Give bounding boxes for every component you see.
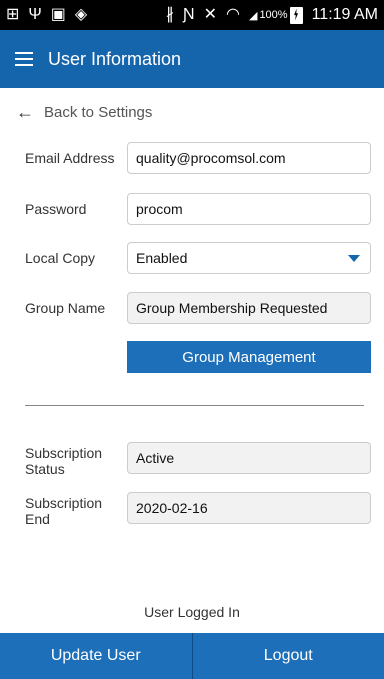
subscription-status-label-line1: Subscription: [25, 445, 103, 461]
back-to-settings-link[interactable]: ← Back to Settings: [16, 100, 152, 124]
battery-indicator: ◢ 100%: [248, 6, 303, 24]
menu-icon[interactable]: [0, 30, 48, 88]
email-label: Email Address: [25, 150, 115, 166]
subscription-end-label-line1: Subscription: [25, 495, 103, 511]
subscription-end-label: Subscription End: [25, 495, 102, 527]
subscription-status-value: Active: [136, 450, 175, 466]
logout-button[interactable]: Logout: [193, 633, 384, 679]
group-name-field: Group Membership Requested: [127, 292, 371, 324]
usb-icon: Ψ: [28, 6, 42, 23]
battery-percent: 100%: [259, 9, 288, 21]
status-bar: ⊞ Ψ ▣ ◈ ∦ Ɲ ✕ ◠ ◢ 100% 11:19 AM: [0, 0, 384, 30]
group-name-value: Group Membership Requested: [136, 300, 328, 316]
password-field[interactable]: procom: [127, 193, 371, 225]
divider: [25, 405, 364, 406]
back-label: Back to Settings: [44, 103, 153, 121]
password-label: Password: [25, 201, 87, 217]
subscription-status-label-line2: Status: [25, 461, 65, 477]
local-copy-label: Local Copy: [25, 250, 96, 266]
local-copy-value: Enabled: [136, 250, 188, 266]
clock: 11:19 AM: [311, 6, 378, 23]
mute-icon: ✕: [203, 6, 217, 23]
signal-icon: ◢: [248, 9, 258, 22]
page-title: User Information: [48, 48, 182, 69]
subscription-status-field: Active: [127, 442, 371, 474]
subscription-end-label-line2: End: [25, 511, 50, 527]
password-value: procom: [136, 201, 183, 217]
email-field[interactable]: quality@procomsol.com: [127, 142, 371, 174]
bottom-action-bar: Update User Logout: [0, 633, 384, 679]
nfc-icon: Ɲ: [183, 6, 195, 23]
subscription-status-label: Subscription Status: [25, 445, 102, 477]
add-box-icon: ⊞: [6, 6, 20, 23]
dropdown-arrow-icon: [348, 255, 360, 262]
wifi-icon: ◠: [226, 6, 240, 23]
update-user-button[interactable]: Update User: [0, 633, 192, 679]
subscription-end-value: 2020-02-16: [136, 500, 208, 516]
email-value: quality@procomsol.com: [136, 150, 286, 166]
local-copy-select[interactable]: Enabled: [127, 242, 371, 274]
app-bar: User Information: [0, 30, 384, 88]
group-name-label: Group Name: [25, 300, 106, 316]
battery-icon: [289, 6, 303, 24]
login-status: User Logged In: [144, 604, 240, 620]
subscription-end-field: 2020-02-16: [127, 492, 371, 524]
image-icon: ▣: [50, 6, 66, 23]
arrow-left-icon: ←: [16, 101, 34, 122]
bluetooth-icon: ∦: [166, 6, 175, 23]
group-management-button[interactable]: Group Management: [127, 341, 371, 373]
shield-icon: ◈: [74, 6, 88, 23]
